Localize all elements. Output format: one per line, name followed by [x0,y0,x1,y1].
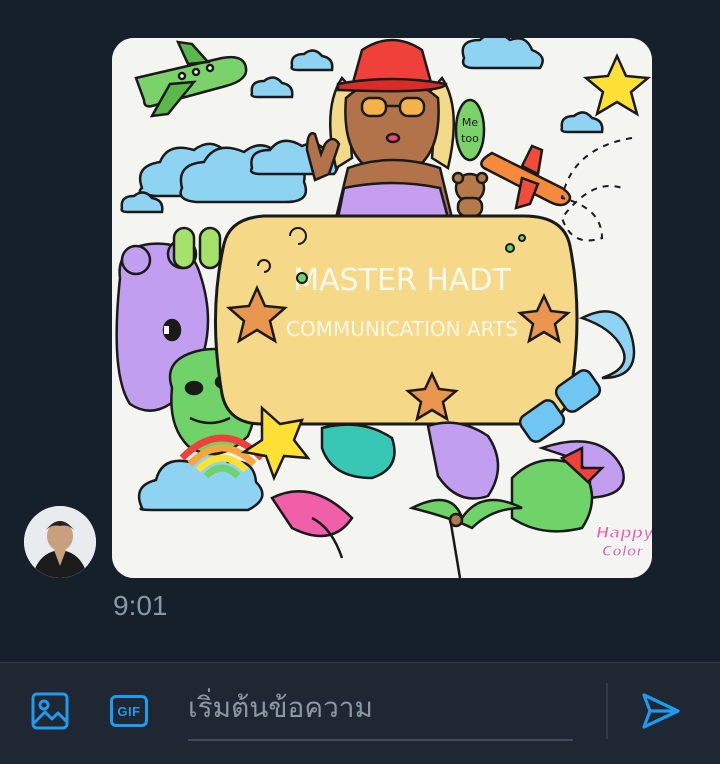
dm-conversation-screen: Me too MASTER HADT COMMUNICATION ARTS Ha… [0,0,720,764]
message-input[interactable] [188,681,573,741]
send-button[interactable] [638,689,682,733]
composer-divider [606,683,608,739]
banner-line-2: COMMUNICATION ARTS [286,317,518,341]
message-timestamp: 9:01 [113,590,168,621]
banner-line-1: MASTER HADT [293,263,511,298]
svg-text:Happy: Happy [596,523,652,542]
message-image[interactable]: Me too MASTER HADT COMMUNICATION ARTS Ha… [112,38,652,578]
image-icon [31,692,69,730]
add-media-button[interactable] [28,689,72,733]
message-composer: GIF [0,662,720,764]
svg-text:Color: Color [602,544,644,560]
add-gif-button[interactable]: GIF [107,689,151,733]
user-avatar-icon [24,506,96,578]
bubble-note-line-1: Me [462,116,478,129]
send-icon [642,693,680,729]
gif-label: GIF [110,695,148,727]
doodle-artwork: Me too MASTER HADT COMMUNICATION ARTS Ha… [112,38,652,578]
sender-avatar[interactable] [24,506,96,578]
bubble-note-line-2: too [461,132,479,145]
